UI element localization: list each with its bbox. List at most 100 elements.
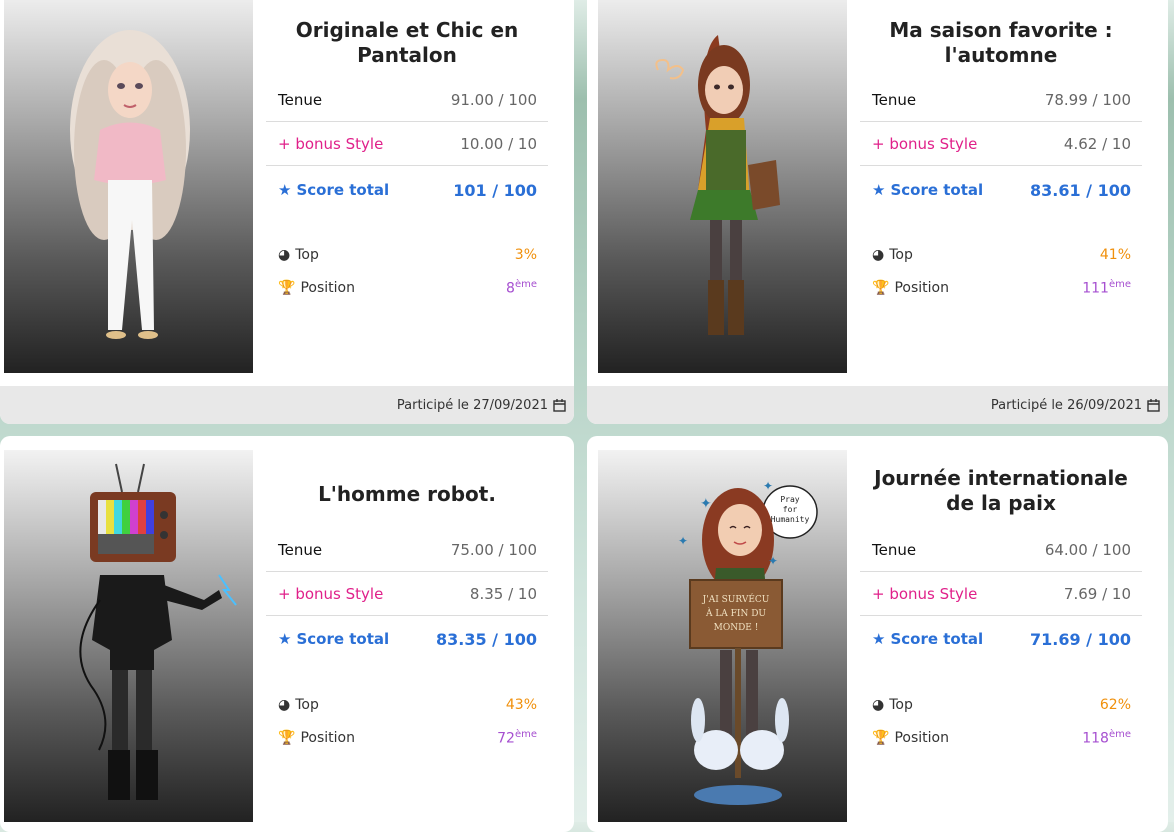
calendar-icon [553, 398, 566, 412]
participation-date: Participé le 26/09/2021 [990, 397, 1142, 413]
svg-text:✦: ✦ [763, 479, 773, 493]
avatar-image[interactable]: Pray for Humanity ✦ ✦ ✦ ✦ J'AI SURVÉCU À… [598, 450, 847, 822]
position-suffix: ème [1108, 729, 1131, 741]
svg-text:✦: ✦ [678, 534, 688, 548]
position-value: 111 [1082, 280, 1109, 297]
avatar-image[interactable] [598, 0, 847, 373]
bonus-value: 8.35 / 10 [469, 584, 537, 603]
bonus-value: 10.00 / 10 [460, 134, 537, 153]
bonus-label: + bonus Style [278, 134, 384, 153]
score-value: 101 / 100 [453, 180, 537, 200]
tenue-label: Tenue [872, 90, 917, 109]
position-label: Position [894, 280, 949, 296]
svg-text:for: for [783, 505, 798, 514]
tenue-row: Tenue 78.99 / 100 [860, 78, 1142, 122]
score-label: Score total [296, 630, 390, 648]
score-row: ★ Score total 83.35 / 100 [266, 617, 548, 661]
score-label: Score total [296, 181, 390, 199]
svg-text:MONDE !: MONDE ! [714, 623, 759, 633]
top-value: 43% [505, 697, 537, 713]
trophy-icon: 🏆 [278, 280, 296, 296]
trophy-icon: 🏆 [278, 730, 296, 746]
score-value: 71.69 / 100 [1030, 629, 1131, 649]
bonus-label: + bonus Style [872, 584, 978, 603]
star-icon: ★ [872, 630, 886, 648]
tenue-label: Tenue [278, 540, 323, 559]
pie-chart-icon: ◕ [872, 697, 885, 713]
svg-text:J'AI SURVÉCU: J'AI SURVÉCU [702, 593, 770, 605]
score-row: ★ Score total 101 / 100 [266, 168, 548, 212]
svg-text:✦: ✦ [768, 554, 778, 568]
contest-title: Ma saison favorite : l'automne [889, 18, 1113, 67]
star-icon: ★ [278, 630, 292, 648]
tenue-value: 78.99 / 100 [1044, 90, 1131, 109]
contest-card[interactable]: L'homme robot. Tenue 75.00 / 100 + bonus… [0, 436, 574, 832]
bonus-value: 7.69 / 10 [1063, 584, 1131, 603]
position-row: 🏆 Position 111ème [860, 277, 1142, 299]
participation-footer: Participé le 27/09/2021 [0, 386, 574, 424]
svg-text:À LA FIN DU: À LA FIN DU [705, 607, 766, 619]
star-icon: ★ [872, 181, 886, 199]
tenue-label: Tenue [278, 90, 323, 109]
tenue-label: Tenue [872, 540, 917, 559]
top-value: 41% [1099, 247, 1131, 263]
tenue-value: 64.00 / 100 [1044, 540, 1131, 559]
tenue-row: Tenue 64.00 / 100 [860, 528, 1142, 572]
bonus-label: + bonus Style [872, 134, 978, 153]
trophy-icon: 🏆 [872, 730, 890, 746]
avatar-image[interactable] [4, 0, 253, 373]
score-label: Score total [890, 630, 984, 648]
position-row: 🏆 Position 118ème [860, 727, 1142, 749]
position-row: 🏆 Position 8ème [266, 277, 548, 299]
avatar-image[interactable] [4, 450, 253, 822]
contest-card[interactable]: Originale et Chic en Pantalon Tenue 91.0… [0, 0, 574, 424]
top-row: ◕ Top 41% [860, 244, 1142, 266]
top-label: Top [889, 697, 913, 713]
top-label: Top [889, 247, 913, 263]
top-value: 62% [1099, 697, 1131, 713]
position-value: 72 [497, 730, 515, 747]
score-label: Score total [890, 181, 984, 199]
bonus-row: + bonus Style 8.35 / 10 [266, 572, 548, 616]
top-label: Top [295, 247, 319, 263]
svg-text:✦: ✦ [700, 496, 712, 512]
contest-card[interactable]: Pray for Humanity ✦ ✦ ✦ ✦ J'AI SURVÉCU À… [587, 436, 1168, 832]
calendar-icon [1147, 398, 1160, 412]
position-suffix: ème [514, 729, 537, 741]
top-row: ◕ Top 43% [266, 694, 548, 716]
position-suffix: ème [514, 279, 537, 291]
score-value: 83.35 / 100 [436, 629, 537, 649]
pie-chart-icon: ◕ [278, 247, 291, 263]
top-row: ◕ Top 62% [860, 694, 1142, 716]
position-suffix: ème [1108, 279, 1131, 291]
tenue-row: Tenue 75.00 / 100 [266, 528, 548, 572]
score-value: 83.61 / 100 [1030, 180, 1131, 200]
position-label: Position [300, 730, 355, 746]
tenue-row: Tenue 91.00 / 100 [266, 78, 548, 122]
top-row: ◕ Top 3% [266, 244, 548, 266]
score-row: ★ Score total 71.69 / 100 [860, 617, 1142, 661]
bonus-row: + bonus Style 4.62 / 10 [860, 122, 1142, 166]
contest-title: Journée internationale de la paix [874, 466, 1128, 515]
bonus-row: + bonus Style 10.00 / 10 [266, 122, 548, 166]
position-row: 🏆 Position 72ème [266, 727, 548, 749]
score-row: ★ Score total 83.61 / 100 [860, 168, 1142, 212]
participation-footer: Participé le 26/09/2021 [587, 386, 1168, 424]
trophy-icon: 🏆 [872, 280, 890, 296]
star-icon: ★ [278, 181, 292, 199]
svg-text:Humanity: Humanity [771, 515, 810, 524]
position-label: Position [300, 280, 355, 296]
participation-date: Participé le 27/09/2021 [396, 397, 548, 413]
bonus-label: + bonus Style [278, 584, 384, 603]
contest-card[interactable]: Ma saison favorite : l'automne Tenue 78.… [587, 0, 1168, 424]
position-value: 118 [1082, 730, 1109, 747]
svg-text:Pray: Pray [780, 495, 799, 504]
tenue-value: 91.00 / 100 [450, 90, 537, 109]
position-label: Position [894, 730, 949, 746]
tenue-value: 75.00 / 100 [450, 540, 537, 559]
top-label: Top [295, 697, 319, 713]
contest-title: L'homme robot. [318, 482, 496, 506]
contest-title: Originale et Chic en Pantalon [295, 18, 519, 67]
bonus-row: + bonus Style 7.69 / 10 [860, 572, 1142, 616]
bonus-value: 4.62 / 10 [1063, 134, 1131, 153]
